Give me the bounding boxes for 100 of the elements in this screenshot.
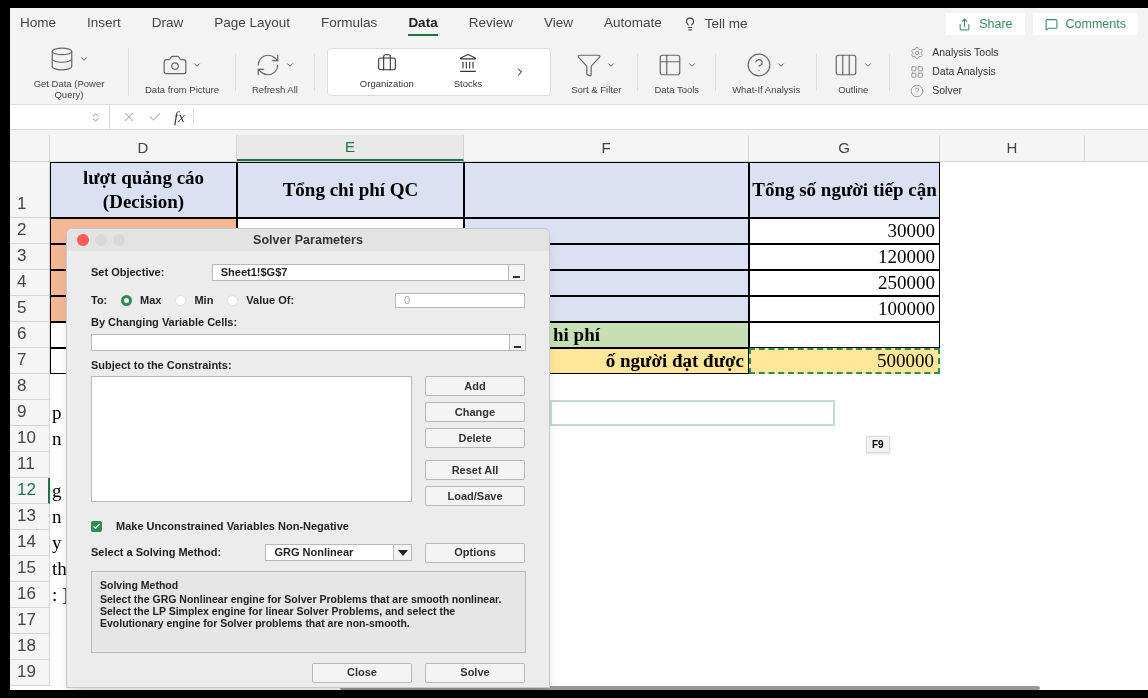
ribbon-button[interactable]: Outline [821,49,886,95]
field-label: Subject to the Constraints: [91,357,233,373]
menu-tab[interactable]: Automate [603,12,662,36]
table-cell: 500000 [749,348,940,374]
checkbox-option[interactable]: Make Unconstrained Variables Non-Negative [91,518,525,535]
comments-button[interactable]: Comments [1032,13,1138,35]
dialog-button[interactable]: Reset All [425,460,525,480]
confirm-icon[interactable] [148,110,162,124]
dialog-button[interactable]: Load/Save [425,486,525,506]
ribbon-list-item[interactable]: Solver [910,82,999,99]
column-header[interactable]: H [940,135,1085,161]
caret-icon [79,54,89,64]
radio-option[interactable]: Max [121,291,162,309]
share-button[interactable]: Share [946,13,1025,35]
row-header[interactable]: 5 [10,296,50,322]
constraints-list[interactable] [91,376,412,502]
collapse-icon[interactable] [508,264,524,280]
row-header[interactable]: 11 [10,452,50,478]
field-label: Set Objective: [91,264,166,280]
function-button[interactable]: fx [174,105,185,129]
method-dropdown[interactable]: GRG Nonlinear [265,544,412,561]
radio-option[interactable]: Value Of: [227,291,295,309]
info-title: Solving Method [100,577,180,593]
shortcut-tooltip: F9 [866,436,890,453]
reference-field[interactable] [91,333,526,351]
ribbon-list-item[interactable]: Analysis Tools [910,45,999,62]
menu-tab[interactable]: Data [408,12,438,36]
data-type-button[interactable]: Organization [351,52,422,92]
row-header[interactable]: 7 [10,348,50,374]
field-label: By Changing Variable Cells: [91,315,239,330]
question-icon [910,83,925,98]
dialog-button[interactable]: Change [425,402,525,422]
ribbon-button[interactable]: Sort & Filter [559,49,634,95]
ribbon-button[interactable]: Data from Picture [133,49,231,95]
row-header[interactable]: 4 [10,270,50,296]
row-header[interactable]: 18 [10,634,50,660]
row-header[interactable]: 6 [10,322,50,348]
menu-tab[interactable]: Review [468,12,513,36]
table-cell: 30000 [749,218,940,244]
row-header[interactable]: 17 [10,608,50,634]
field-label: To: [91,292,109,308]
column-header[interactable]: E [237,135,464,161]
radio-option[interactable]: Min [175,291,214,309]
dialog-title: Solver Parameters [253,231,363,249]
bank-icon [458,52,478,73]
ribbon-list-item[interactable]: Data Analysis [910,64,999,80]
grid-icon [910,65,925,79]
menu-tab[interactable]: View [543,12,573,36]
ribbon-button[interactable]: Get Data (Power Query) [14,44,124,100]
dialog-button[interactable]: Options [425,542,525,563]
dialog-button[interactable]: Add [425,376,525,396]
tell-me-search[interactable]: Tell me [682,13,748,35]
table-cell: 120000 [749,244,940,270]
briefcase-icon [376,52,397,73]
menu-tab[interactable]: Insert [87,12,121,36]
check-icon [92,521,101,531]
comment-icon [1044,17,1058,31]
cancel-icon[interactable] [122,110,136,124]
data-type-button[interactable]: Stocks [445,52,491,92]
column-header[interactable]: G [749,135,940,161]
close-window-icon[interactable] [77,234,89,246]
menu-tab[interactable]: Draw [151,12,184,36]
table-cell: 100000 [749,296,940,322]
row-header[interactable]: 8 [10,374,50,400]
row-header[interactable]: 9 [10,400,50,426]
cell-text: p [52,400,62,425]
ribbon-button[interactable]: What-If Analysis [720,49,813,95]
dialog-button[interactable]: Delete [425,428,525,448]
menu-tab[interactable]: Formulas [321,12,378,36]
row-header[interactable]: 2 [10,218,50,244]
cell-text: n [52,426,62,451]
row-header[interactable]: 15 [10,556,50,582]
table-cell: lượt quảng cáo (Decision) [50,162,237,218]
table-cell: 250000 [749,270,940,296]
dialog-button[interactable]: Solve [425,662,525,683]
row-header[interactable]: 14 [10,530,50,556]
row-header[interactable]: 1 [10,162,50,218]
table-cell: Tổng số người tiếp cận [749,162,940,218]
dialog-button[interactable]: Close [312,662,412,683]
ribbon-button[interactable]: Data Tools [642,49,712,95]
menu-tab[interactable]: Home [20,12,56,36]
row-header[interactable]: 13 [10,504,50,530]
table-cell: Tổng chi phí QC [237,162,464,218]
value-of-field[interactable]: 0 [395,292,525,308]
row-header[interactable]: 3 [10,244,50,270]
ribbon-button[interactable]: Refresh All [239,49,310,95]
share-icon [958,17,972,31]
field-label: Select a Solving Method: [91,545,223,561]
stepper-icon[interactable] [90,111,101,123]
info-text: Select the GRG Nonlinear engine for Solver Problems that are smooth nonlinear. Select the LP Simplex engine for linear Solver Problems, and select the Evolutionary engine for Solver problems that are non-smooth. [100,593,503,630]
menu-tab[interactable]: Page Layout [214,12,291,36]
column-header[interactable]: F [464,135,749,161]
row-header[interactable]: 12 [10,478,50,504]
cell-text: y [52,530,62,555]
row-header[interactable]: 19 [10,660,50,686]
collapse-icon[interactable] [509,334,525,350]
row-header[interactable]: 10 [10,426,50,452]
database-icon [49,46,75,72]
reference-field[interactable]: Sheet1!$G$7 [211,263,525,281]
row-header[interactable]: 16 [10,582,50,608]
